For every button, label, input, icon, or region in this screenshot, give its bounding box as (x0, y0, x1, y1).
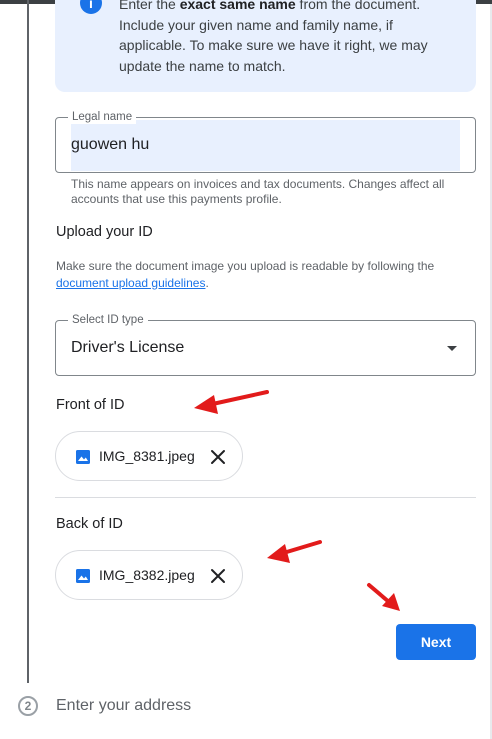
guide-text: Make sure the document image you upload … (56, 259, 435, 273)
dropdown-arrow-icon[interactable] (447, 346, 457, 351)
step-2-title[interactable]: Enter your address (56, 697, 191, 715)
document-guidelines-link[interactable]: document upload guidelines (56, 276, 205, 290)
close-icon[interactable] (209, 448, 227, 466)
info-line1-pre: Enter the (119, 0, 180, 12)
front-of-id-title: Front of ID (56, 397, 125, 413)
info-line1-post: from the document. (295, 0, 421, 12)
id-type-value: Driver's License (71, 339, 185, 356)
upload-guide: Make sure the document image you upload … (56, 258, 466, 291)
annotation-arrow-next (367, 583, 400, 611)
close-icon[interactable] (209, 567, 227, 585)
back-id-file-chip: IMG_8382.jpeg (55, 550, 243, 600)
next-button[interactable]: Next (396, 624, 476, 660)
legal-name-helper: This name appears on invoices and tax do… (71, 177, 445, 206)
info-text: Enter the exact same name from the docum… (119, 0, 459, 76)
id-type-label: Select ID type (68, 313, 148, 327)
image-icon (76, 450, 90, 464)
divider (55, 497, 476, 498)
legal-name-label: Legal name (68, 110, 137, 124)
image-icon (76, 569, 90, 583)
annotation-arrow-back (267, 540, 322, 563)
front-id-file-chip: IMG_8381.jpeg (55, 431, 243, 481)
back-of-id-title: Back of ID (56, 516, 123, 532)
stepper-line (27, 0, 29, 683)
upload-title: Upload your ID (56, 224, 153, 240)
info-line1-bold: exact same name (179, 0, 296, 12)
legal-name-field[interactable]: Legal name guowen hu (55, 110, 476, 173)
info-rest: Include your given name and family name,… (119, 16, 428, 74)
legal-name-value[interactable]: guowen hu (71, 136, 149, 154)
back-file-name: IMG_8382.jpeg (99, 567, 195, 583)
annotation-arrow-front (194, 390, 269, 414)
page: i Enter the exact same name from the doc… (0, 0, 492, 739)
guide-end: . (205, 275, 209, 290)
step-2-badge: 2 (18, 696, 38, 716)
front-file-name: IMG_8381.jpeg (99, 448, 195, 464)
id-type-select[interactable]: Select ID type Driver's License (55, 313, 476, 376)
